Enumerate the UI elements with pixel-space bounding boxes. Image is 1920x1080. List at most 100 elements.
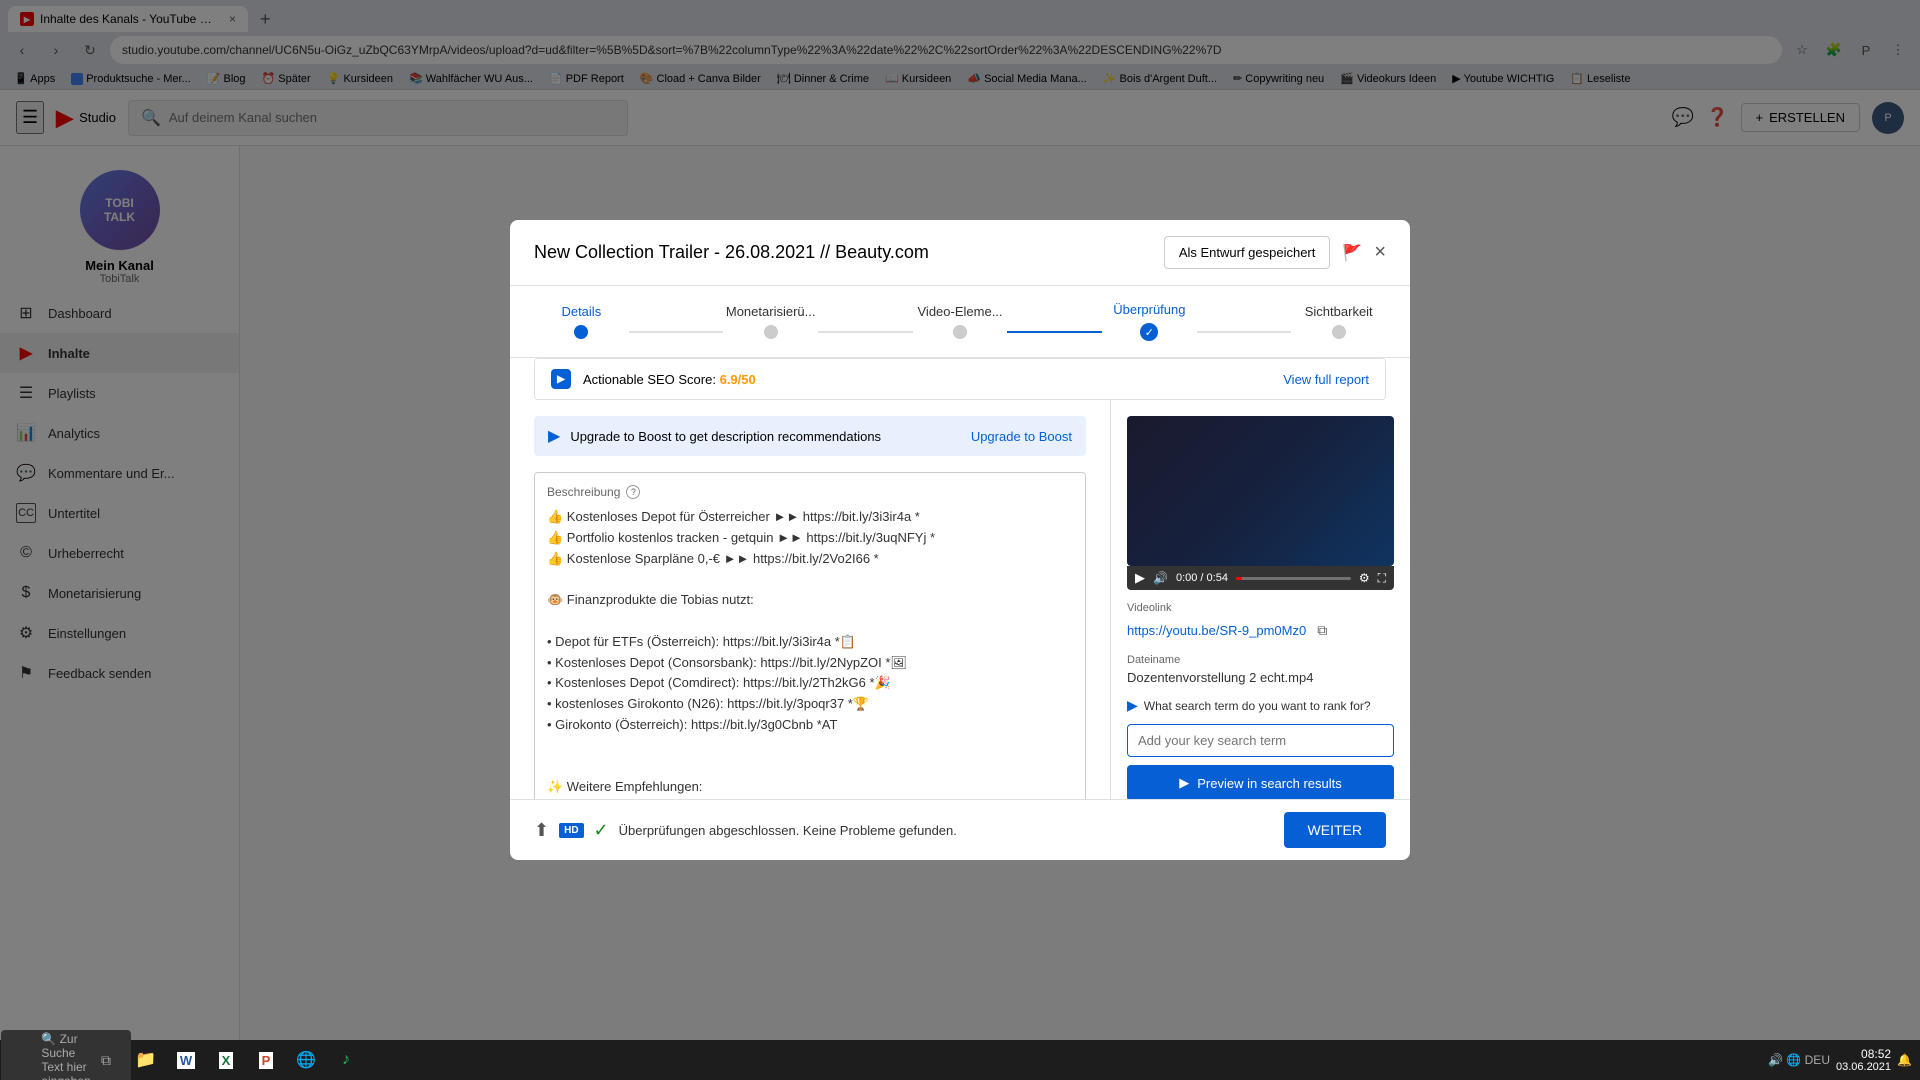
step-video-elemente[interactable]: Video-Eleme... — [913, 304, 1008, 339]
taskbar-system-tray: 🔊 🌐 DEU 08:52 03.06.2021 🔔 — [1768, 1047, 1912, 1073]
word-icon: W — [177, 1052, 195, 1069]
powerpoint-icon: P — [259, 1052, 274, 1069]
modal-header: New Collection Trailer - 26.08.2021 // B… — [510, 220, 1410, 286]
step-details-dot — [574, 325, 588, 339]
filename-label: Dateiname — [1127, 654, 1394, 666]
boost-banner: ▶ Upgrade to Boost to get description re… — [534, 416, 1086, 456]
view-report-button[interactable]: View full report — [1283, 372, 1369, 387]
step-line-1 — [629, 331, 724, 333]
close-modal-button[interactable]: × — [1374, 241, 1386, 264]
time-current: 0:00 — [1176, 572, 1197, 584]
description-label-text: Beschreibung — [547, 485, 620, 499]
modal-body: ▶ Upgrade to Boost to get description re… — [510, 400, 1410, 799]
tray-icons: 🔊 🌐 DEU — [1768, 1053, 1830, 1067]
taskbar-chrome[interactable]: 🌐 — [288, 1042, 324, 1078]
flag-button[interactable]: 🚩 — [1342, 243, 1362, 263]
taskbar-clock: 08:52 03.06.2021 — [1836, 1047, 1891, 1073]
step-sichtbarkeit[interactable]: Sichtbarkeit — [1291, 304, 1386, 339]
seo-question-row: ▶ What search term do you want to rank f… — [1127, 697, 1394, 714]
videolink-label: Videolink — [1127, 602, 1394, 614]
videolink-value[interactable]: https://youtu.be/SR-9_pm0Mz0 — [1127, 623, 1306, 638]
video-progress-bar[interactable] — [1236, 577, 1351, 580]
step-line-2 — [818, 331, 913, 333]
taskbar-word[interactable]: W — [168, 1042, 204, 1078]
video-progress-fill — [1236, 577, 1242, 580]
seo-section-icon: ▶ — [1127, 697, 1138, 714]
modal-header-actions: Als Entwurf gespeichert 🚩 × — [1164, 236, 1386, 269]
clock-time: 08:52 — [1836, 1047, 1891, 1061]
step-details-label: Details — [561, 304, 601, 319]
excel-icon: X — [219, 1052, 234, 1069]
step-ueberpruefung[interactable]: Überprüfung ✓ — [1102, 302, 1197, 341]
settings-icon[interactable]: ⚙ — [1359, 571, 1370, 585]
taskbar-spotify[interactable]: ♪ — [328, 1042, 364, 1078]
modal-left-panel: ▶ Upgrade to Boost to get description re… — [510, 400, 1110, 799]
draft-button[interactable]: Als Entwurf gespeichert — [1164, 236, 1331, 269]
video-info-section: Videolink https://youtu.be/SR-9_pm0Mz0 ⧉… — [1127, 602, 1394, 799]
step-line-3 — [1007, 331, 1102, 333]
fullscreen-icon[interactable]: ⛶ — [1378, 571, 1386, 586]
video-controls: ▶ 🔊 0:00 / 0:54 ⚙ ⛶ — [1127, 566, 1394, 590]
chrome-icon: 🌐 — [296, 1050, 316, 1070]
videolink-section: Videolink https://youtu.be/SR-9_pm0Mz0 ⧉ — [1127, 602, 1394, 642]
description-help-icon: ? — [626, 485, 640, 499]
filename-section: Dateiname Dozentenvorstellung 2 echt.mp4 — [1127, 654, 1394, 685]
description-content[interactable]: 👍 Kostenloses Depot für Österreicher ►► … — [547, 507, 1073, 798]
footer-status-text: Überprüfungen abgeschlossen. Keine Probl… — [619, 823, 957, 838]
taskbar-powerpoint[interactable]: P — [248, 1042, 284, 1078]
notification-center-icon[interactable]: 🔔 — [1897, 1053, 1912, 1067]
footer-left: ⬆ HD ✓ Überprüfungen abgeschlossen. Kein… — [534, 820, 957, 841]
time-total: 0:54 — [1207, 572, 1228, 584]
taskbar-excel[interactable]: X — [208, 1042, 244, 1078]
explorer-icon: 📁 — [135, 1050, 156, 1070]
seo-question-text: What search term do you want to rank for… — [1144, 699, 1371, 713]
play-button-icon[interactable]: ▶ — [1135, 570, 1145, 586]
hd-badge: HD — [559, 823, 583, 838]
description-label: Beschreibung ? — [547, 485, 1073, 499]
seo-search-input[interactable] — [1127, 724, 1394, 757]
task-view-icon: ⧉ — [101, 1052, 111, 1069]
taskbar-search[interactable]: 🔍 Zur Suche Text hier eingeben — [48, 1042, 84, 1078]
taskbar-task-view[interactable]: ⧉ — [88, 1042, 124, 1078]
videolink-row: https://youtu.be/SR-9_pm0Mz0 ⧉ — [1127, 618, 1394, 642]
video-preview-container: ▶ 🔊 0:00 / 0:54 ⚙ ⛶ — [1127, 416, 1394, 590]
taskbar: 🔍 Zur Suche Text hier eingeben ⧉ 📁 W X P… — [0, 1040, 1920, 1080]
step-video-elemente-dot — [953, 325, 967, 339]
video-thumbnail — [1127, 416, 1394, 566]
boost-text: Upgrade to Boost to get description reco… — [570, 429, 881, 444]
modal-overlay: New Collection Trailer - 26.08.2021 // B… — [0, 0, 1920, 1080]
step-details[interactable]: Details — [534, 304, 629, 339]
progress-tabs: Details Monetarisierü... Video-Eleme... … — [510, 286, 1410, 358]
description-box[interactable]: Beschreibung ? 👍 Kostenloses Depot für Ö… — [534, 472, 1086, 799]
upload-modal: New Collection Trailer - 26.08.2021 // B… — [510, 220, 1410, 860]
spotify-icon: ♪ — [342, 1051, 350, 1069]
step-sichtbarkeit-label: Sichtbarkeit — [1305, 304, 1373, 319]
step-ueberpruefung-dot: ✓ — [1140, 323, 1158, 341]
taskbar-explorer[interactable]: 📁 — [128, 1042, 164, 1078]
upload-icon: ⬆ — [534, 820, 549, 841]
seo-score-label: Actionable SEO Score: 6.9/50 — [583, 372, 756, 387]
copy-link-button[interactable]: ⧉ — [1310, 618, 1334, 642]
boost-upgrade-link[interactable]: Upgrade to Boost — [971, 429, 1072, 444]
seo-plugin-icon: ▶ — [551, 369, 571, 389]
modal-right-panel: ▶ 🔊 0:00 / 0:54 ⚙ ⛶ — [1110, 400, 1410, 799]
seo-label-text: Actionable SEO Score: — [583, 372, 716, 387]
preview-btn-label: Preview in search results — [1197, 776, 1342, 791]
clock-date: 03.06.2021 — [1836, 1061, 1891, 1073]
step-monetarisierung[interactable]: Monetarisierü... — [723, 304, 818, 339]
step-sichtbarkeit-dot — [1332, 325, 1346, 339]
step-monetarisierung-dot — [764, 325, 778, 339]
modal-footer: ⬆ HD ✓ Überprüfungen abgeschlossen. Kein… — [510, 799, 1410, 860]
filename-value: Dozentenvorstellung 2 echt.mp4 — [1127, 670, 1394, 685]
boost-icon: ▶ — [548, 426, 560, 446]
step-monetarisierung-label: Monetarisierü... — [726, 304, 816, 319]
preview-btn-icon: ▶ — [1179, 775, 1189, 791]
volume-icon[interactable]: 🔊 — [1153, 571, 1168, 585]
seo-score-bar: ▶ Actionable SEO Score: 6.9/50 View full… — [534, 358, 1386, 400]
video-time: 0:00 / 0:54 — [1176, 572, 1228, 584]
weiter-button[interactable]: WEITER — [1284, 812, 1386, 848]
preview-search-button[interactable]: ▶ Preview in search results — [1127, 765, 1394, 799]
step-line-4 — [1197, 331, 1292, 333]
modal-title: New Collection Trailer - 26.08.2021 // B… — [534, 242, 929, 263]
check-icon: ✓ — [594, 820, 609, 841]
